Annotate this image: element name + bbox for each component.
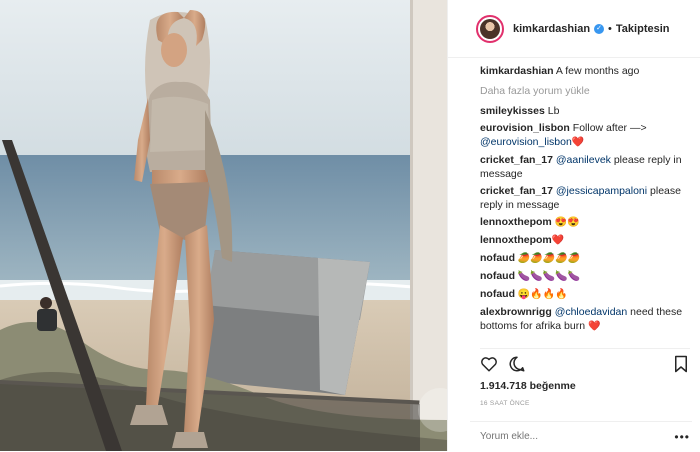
post-side-panel: kimkardashian ✓ • Takiptesin kimkardashi… [447, 0, 700, 451]
instagram-post-modal: kimkardashian ✓ • Takiptesin kimkardashi… [0, 0, 700, 451]
comment-input-bar: ••• [470, 421, 692, 452]
comment-username[interactable]: lennoxthepom [480, 216, 552, 228]
comment-emoji: ❤️ [551, 235, 565, 246]
comment-username[interactable]: cricket_fan_17 [480, 154, 553, 166]
comment-emoji: ❤️ [587, 321, 601, 332]
comment-item: nofaud 🥭🥭🥭🥭🥭 [480, 251, 692, 266]
comment-username[interactable]: smileykisses [480, 105, 545, 117]
comments-list: kimkardashian A few months ago Daha fazl… [480, 64, 692, 337]
comment-item: cricket_fan_17 @jessicapampaloni please … [480, 184, 692, 212]
likes-count[interactable]: 1.914.718 beğenme [480, 380, 576, 392]
comment-username[interactable]: alexbrownrigg [480, 306, 552, 318]
comment-item: eurovision_lisbon Follow after —> @eurov… [480, 121, 692, 150]
speech-bubble-icon[interactable] [508, 355, 526, 373]
comment-username[interactable]: nofaud [480, 288, 515, 300]
caption-username[interactable]: kimkardashian [480, 65, 554, 77]
comment-input[interactable] [480, 431, 660, 442]
caption-text: A few months ago [555, 65, 640, 77]
comment-emoji: 🥭🥭🥭🥭🥭 [517, 253, 581, 264]
comment-item: nofaud 🍆🍆🍆🍆🍆 [480, 269, 692, 284]
avatar[interactable] [476, 14, 504, 43]
comment-item: alexbrownrigg @chloedavidan need these b… [480, 305, 692, 334]
comment-username[interactable]: eurovision_lisbon [480, 122, 570, 134]
post-actions-bar [480, 348, 690, 373]
comment-emoji: ❤️ [571, 137, 585, 148]
following-button[interactable]: Takiptesin [616, 23, 670, 35]
comment-mention-link[interactable]: @chloedavidan [555, 306, 628, 318]
comment-mention-link[interactable]: @aanilevek [556, 154, 611, 166]
caption: kimkardashian A few months ago [480, 64, 692, 78]
header-separator: • [608, 22, 612, 35]
post-header: kimkardashian ✓ • Takiptesin [448, 0, 700, 58]
comment-username[interactable]: nofaud [480, 252, 515, 264]
comment-text: Follow after —> [572, 122, 647, 134]
post-photo[interactable] [0, 0, 447, 451]
comment-emoji: 😍😍 [554, 217, 580, 228]
comment-text: Lb [547, 105, 560, 117]
bookmark-icon[interactable] [672, 355, 690, 373]
comment-mention-link[interactable]: @jessicapampaloni [556, 185, 647, 197]
comment-item: lennoxthepom 😍😍 [480, 215, 692, 230]
comment-username[interactable]: nofaud [480, 270, 515, 282]
comment-emoji: 😛🔥🔥🔥 [517, 289, 568, 300]
verified-badge-icon: ✓ [594, 23, 605, 34]
load-more-comments-button[interactable]: Daha fazla yorum yükle [480, 84, 692, 98]
heart-outline-icon[interactable] [480, 355, 498, 373]
post-timestamp: 16 SAAT ÖNCE [480, 400, 530, 407]
comment-emoji: 🍆🍆🍆🍆🍆 [517, 271, 581, 282]
comment-mention-link[interactable]: @eurovision_lisbon [480, 136, 572, 148]
comment-item: smileykisses Lb [480, 104, 692, 118]
beach-photo-illustration [0, 0, 447, 451]
comment-item: cricket_fan_17 @aanilevek please reply i… [480, 153, 692, 181]
comment-item: nofaud 😛🔥🔥🔥 [480, 287, 692, 302]
ellipsis-icon[interactable]: ••• [674, 430, 690, 444]
header-username[interactable]: kimkardashian [513, 23, 590, 35]
comment-username[interactable]: lennoxthepom [480, 234, 552, 246]
comment-username[interactable]: cricket_fan_17 [480, 185, 553, 197]
comment-item: lennoxthepom❤️ [480, 233, 692, 248]
